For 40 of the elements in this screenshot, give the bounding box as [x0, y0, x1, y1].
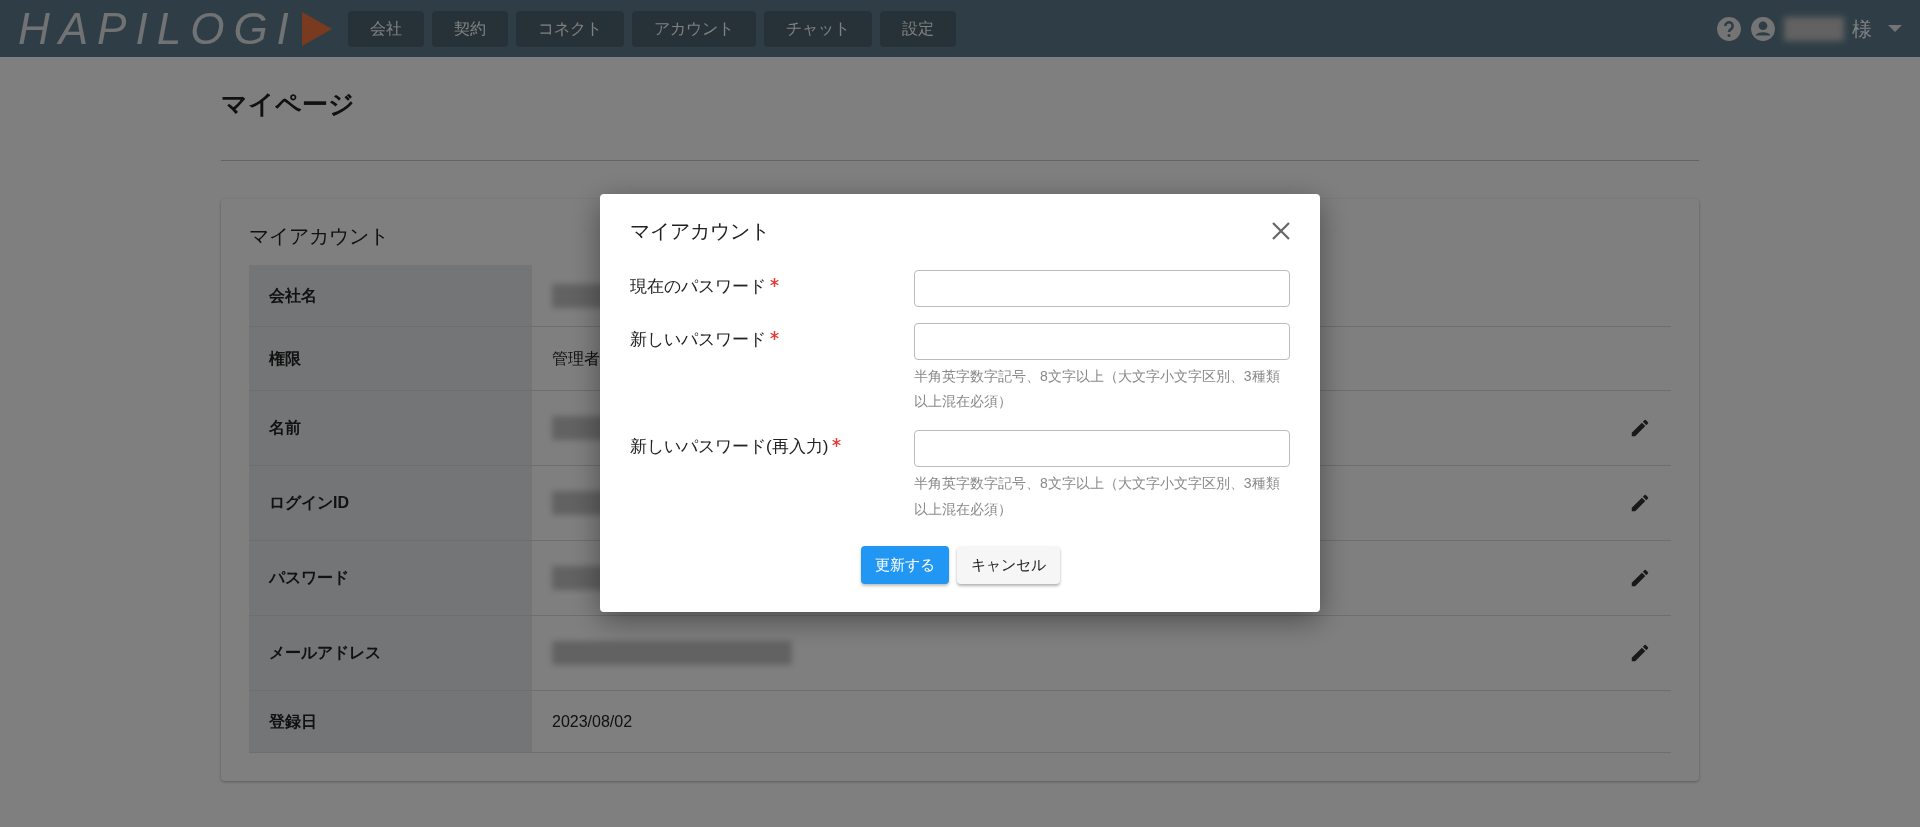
hint-text: 半角英字数字記号、8文字以上（大文字小文字区別、3種類以上混在必須）	[914, 367, 1281, 412]
nav-button[interactable]: アカウント	[631, 10, 756, 47]
nav-button[interactable]: コネクト	[515, 10, 624, 47]
field-label: 現在のパスワード	[630, 277, 766, 296]
row-label: 権限	[249, 327, 532, 390]
password-field[interactable]	[914, 430, 1290, 468]
field-label: 新しいパスワード(再入力)	[630, 437, 829, 457]
close-icon[interactable]	[1272, 222, 1290, 240]
pencil-icon[interactable]	[1629, 417, 1651, 439]
row-value: 管理者	[552, 348, 600, 369]
logo-text[interactable]: HAPILOGI	[18, 6, 298, 51]
modal-title: マイアカウント	[630, 219, 770, 244]
row-label: 会社名	[249, 265, 532, 326]
password-field[interactable]	[914, 270, 1290, 307]
row-label: パスワード	[249, 541, 532, 615]
update-button[interactable]: 更新する	[860, 545, 949, 585]
row-value: 2023/08/02	[552, 711, 633, 732]
nav-button[interactable]: 設定	[879, 10, 956, 47]
pencil-icon[interactable]	[1629, 567, 1651, 589]
triangle-icon	[301, 11, 332, 46]
page-title: マイページ	[221, 88, 356, 121]
hint-text: 半角英字数字記号、8文字以上（大文字小文字区別、3種類以上混在必須）	[914, 474, 1281, 519]
user-avatar-icon[interactable]	[1750, 15, 1776, 42]
row-label: ログインID	[249, 466, 532, 540]
redacted-username	[1784, 16, 1844, 41]
cancel-button[interactable]: キャンセル	[956, 545, 1060, 585]
caret-icon[interactable]	[1888, 24, 1902, 33]
help-icon[interactable]	[1716, 15, 1742, 42]
password-field[interactable]	[914, 323, 1290, 360]
nav-button[interactable]: チャット	[763, 10, 872, 47]
field-label: 新しいパスワード	[630, 330, 766, 349]
nav-button[interactable]: 会社	[347, 10, 424, 47]
pencil-icon[interactable]	[1629, 642, 1651, 664]
row-label: メールアドレス	[249, 616, 532, 690]
row-label: 名前	[249, 391, 532, 465]
pencil-icon[interactable]	[1629, 492, 1651, 514]
honorific-text: 様	[1852, 16, 1872, 42]
row-label: 登録日	[249, 691, 532, 752]
card-title: マイアカウント	[249, 224, 389, 249]
nav-button[interactable]: 契約	[431, 10, 508, 47]
